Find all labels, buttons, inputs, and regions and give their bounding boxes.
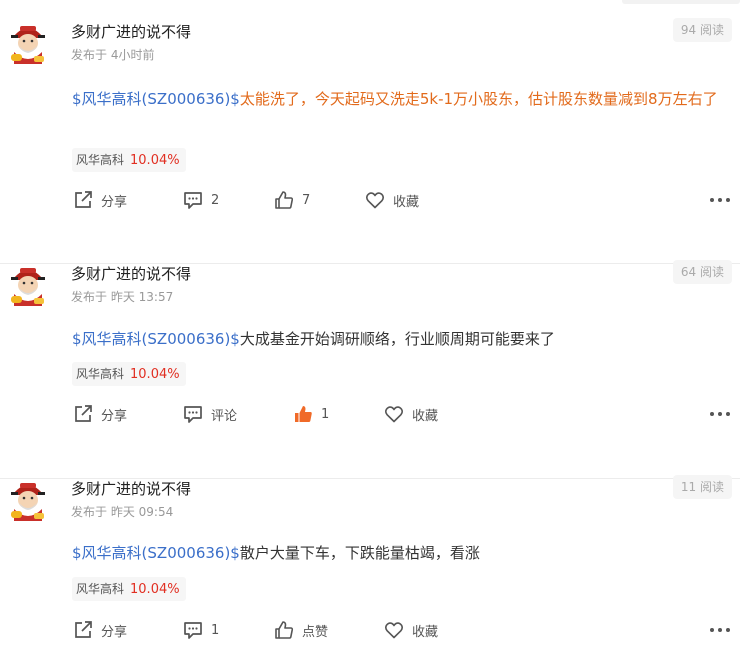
- heart-icon: [366, 192, 384, 209]
- author-avatar[interactable]: [6, 479, 50, 523]
- share-icon: [75, 405, 92, 422]
- author-name[interactable]: 多财广进的说不得: [71, 22, 191, 42]
- fortune-god-avatar-icon: [11, 483, 45, 521]
- stock-tag[interactable]: 风华高科 10.04%: [72, 148, 186, 172]
- comment-icon: [184, 406, 202, 423]
- more-options-button[interactable]: [710, 188, 730, 212]
- stock-link[interactable]: $风华高科(SZ000636)$: [72, 90, 240, 108]
- stock-tag-name: 风华高科: [76, 367, 125, 381]
- share-icon: [75, 621, 92, 638]
- more-dot: [726, 412, 730, 416]
- like-label: 点赞: [302, 624, 329, 640]
- like-button[interactable]: 7: [273, 188, 310, 212]
- fortune-god-avatar-icon: [11, 268, 45, 306]
- post-text: 散户大量下车，下跌能量枯竭，看涨: [239, 544, 480, 562]
- comment-button[interactable]: 2: [182, 188, 219, 212]
- read-count-badge: 64 阅读: [672, 260, 732, 284]
- share-label: 分享: [101, 624, 128, 640]
- author-name[interactable]: 多财广进的说不得: [71, 479, 191, 499]
- comment-button[interactable]: 1: [182, 618, 219, 642]
- favorite-label: 收藏: [393, 194, 420, 210]
- post-time: 发布于 昨天 09:54: [71, 505, 174, 519]
- like-button[interactable]: 1: [292, 402, 329, 426]
- comment-label: 评论: [211, 408, 238, 424]
- stock-tag-name: 风华高科: [76, 582, 125, 596]
- share-label: 分享: [101, 194, 128, 210]
- comment-icon: [184, 192, 202, 209]
- stock-tag[interactable]: 风华高科 10.04%: [72, 577, 186, 601]
- stock-tag[interactable]: 风华高科 10.04%: [72, 362, 186, 386]
- thumbs-up-icon: [275, 191, 294, 209]
- more-options-button[interactable]: [710, 402, 730, 426]
- thumbs-up-icon: [275, 621, 294, 639]
- share-button[interactable]: 分享: [72, 402, 127, 426]
- author-name[interactable]: 多财广进的说不得: [71, 264, 191, 284]
- comment-count: 2: [211, 192, 220, 208]
- more-dots-icon: [710, 412, 714, 416]
- share-icon: [75, 191, 92, 208]
- post-content[interactable]: $风华高科(SZ000636)$大成基金开始调研顺络，行业顺周期可能要来了: [72, 324, 742, 354]
- more-options-button[interactable]: [710, 618, 730, 642]
- favorite-label: 收藏: [412, 408, 439, 424]
- post-actions: 分享 评论 1 收藏: [0, 402, 740, 426]
- post-text: 大成基金开始调研顺络，行业顺周期可能要来了: [239, 330, 555, 348]
- post-time: 发布于 昨天 13:57: [71, 290, 174, 304]
- like-count: 7: [302, 192, 311, 208]
- read-count-badge: 11 阅读: [672, 475, 732, 499]
- more-dot: [718, 412, 722, 416]
- post-card: 多财广进的说不得 发布于 昨天 13:57 64 阅读 $风华高科(SZ0006…: [0, 260, 742, 450]
- favorite-button[interactable]: 收藏: [383, 618, 438, 642]
- stock-link[interactable]: $风华高科(SZ000636)$: [72, 544, 240, 562]
- thumbs-up-icon: [295, 406, 312, 422]
- favorite-button[interactable]: 收藏: [383, 402, 438, 426]
- stock-tag-change: 10.04%: [130, 153, 180, 168]
- comment-count: 1: [211, 622, 220, 638]
- share-button[interactable]: 分享: [72, 188, 127, 212]
- post-time: 发布于 4小时前: [71, 48, 155, 62]
- post-actions: 分享 1 点赞 收藏: [0, 618, 740, 642]
- heart-icon: [385, 622, 403, 639]
- favorite-button[interactable]: 收藏: [364, 188, 419, 212]
- more-dots-icon: [710, 198, 714, 202]
- post-text: 太能洗了，今天起码又洗走5k-1万小股东，估计股东数量减到8万左右了: [239, 90, 718, 108]
- more-dot: [726, 628, 730, 632]
- comment-icon: [184, 622, 202, 639]
- post-card: 多财广进的说不得 发布于 4小时前 94 阅读 $风华高科(SZ000636)$…: [0, 18, 742, 236]
- read-count-badge: 94 阅读: [672, 18, 732, 42]
- post-card: 多财广进的说不得 发布于 昨天 09:54 11 阅读 $风华高科(SZ0006…: [0, 475, 742, 645]
- share-label: 分享: [101, 408, 128, 424]
- stock-tag-change: 10.04%: [130, 582, 180, 597]
- fortune-god-avatar-icon: [11, 26, 45, 64]
- share-button[interactable]: 分享: [72, 618, 127, 642]
- author-avatar[interactable]: [6, 264, 50, 308]
- post-content[interactable]: $风华高科(SZ000636)$散户大量下车，下跌能量枯竭，看涨: [72, 538, 742, 568]
- previous-item-edge: [0, 0, 740, 8]
- stock-tag-change: 10.04%: [130, 367, 180, 382]
- favorite-label: 收藏: [412, 624, 439, 640]
- stock-tag-name: 风华高科: [76, 153, 125, 167]
- more-dots-icon: [710, 628, 714, 632]
- like-count: 1: [321, 406, 330, 422]
- stock-link[interactable]: $风华高科(SZ000636)$: [72, 330, 240, 348]
- post-actions: 分享 2 7 收藏: [0, 188, 740, 212]
- post-content[interactable]: $风华高科(SZ000636)$太能洗了，今天起码又洗走5k-1万小股东，估计股…: [72, 84, 742, 114]
- like-button[interactable]: 点赞: [273, 618, 328, 642]
- author-avatar[interactable]: [6, 22, 50, 66]
- heart-icon: [385, 406, 403, 423]
- more-dot: [718, 198, 722, 202]
- comment-button[interactable]: 评论: [182, 402, 237, 426]
- more-dot: [726, 198, 730, 202]
- more-dot: [718, 628, 722, 632]
- previous-reads-badge-edge: [622, 0, 740, 4]
